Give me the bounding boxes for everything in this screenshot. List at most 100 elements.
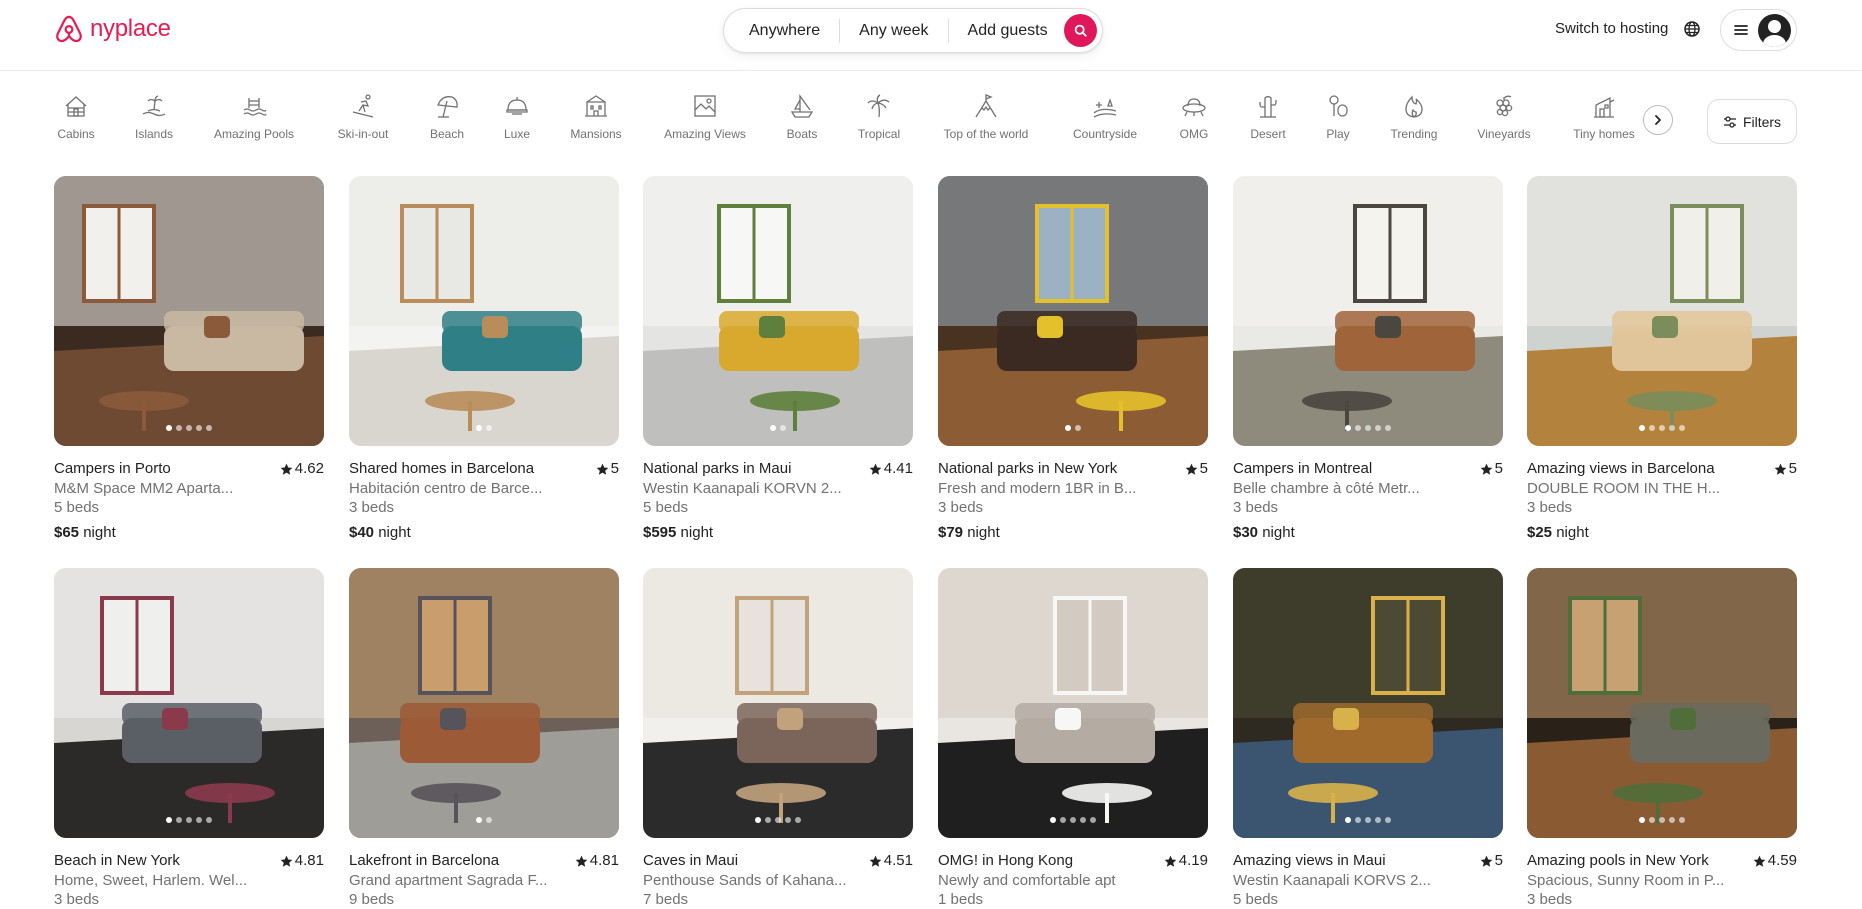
listing-photo[interactable] — [643, 176, 913, 446]
listing-photo[interactable] — [1527, 176, 1797, 446]
filters-button[interactable]: Filters — [1707, 99, 1797, 144]
search-when[interactable]: Any week — [840, 18, 949, 43]
category-amazing-pools[interactable]: Amazing Pools — [194, 92, 314, 141]
carousel-dot[interactable] — [785, 817, 791, 823]
listing-card[interactable]: OMG! in Hong Kong 4.19 Newly and comfortab… — [938, 568, 1208, 909]
carousel-dot[interactable] — [176, 817, 182, 823]
carousel-dot[interactable] — [1080, 817, 1086, 823]
listing-photo[interactable] — [938, 176, 1208, 446]
carousel-dot[interactable] — [166, 425, 172, 431]
globe-icon[interactable] — [1683, 20, 1701, 38]
views-icon — [694, 95, 716, 117]
listing-card[interactable]: Amazing pools in New York 4.59 Spacious, S… — [1527, 568, 1797, 909]
carousel-dot[interactable] — [780, 425, 786, 431]
carousel-dot[interactable] — [1070, 817, 1076, 823]
listing-photo[interactable] — [938, 568, 1208, 838]
carousel-dot[interactable] — [1679, 425, 1685, 431]
carousel-dot[interactable] — [186, 817, 192, 823]
carousel-dot[interactable] — [1385, 425, 1391, 431]
carousel-dot[interactable] — [1375, 425, 1381, 431]
carousel-dot[interactable] — [476, 425, 482, 431]
listing-card[interactable]: Campers in Porto 4.62 M&M Space MM2 Aparta… — [54, 176, 324, 542]
carousel-dot[interactable] — [476, 817, 482, 823]
carousel-dot[interactable] — [755, 817, 761, 823]
carousel-dot[interactable] — [1345, 425, 1351, 431]
brand-logo[interactable]: nyplace — [54, 13, 171, 45]
listing-card[interactable]: Caves in Maui 4.51 Penthouse Sands of Kaha… — [643, 568, 913, 909]
listing-card[interactable]: Campers in Montreal 5 Belle chambre à côté… — [1233, 176, 1503, 542]
switch-to-hosting-link[interactable]: Switch to hosting — [1555, 20, 1668, 37]
carousel-dot[interactable] — [1659, 425, 1665, 431]
listing-photo[interactable] — [349, 568, 619, 838]
carousel-dots — [938, 425, 1208, 431]
carousel-dot[interactable] — [176, 425, 182, 431]
carousel-dot[interactable] — [1075, 425, 1081, 431]
carousel-dot[interactable] — [206, 817, 212, 823]
carousel-dot[interactable] — [186, 425, 192, 431]
listing-beds: 5 beds — [643, 499, 689, 516]
search-where[interactable]: Anywhere — [730, 18, 841, 43]
carousel-dot[interactable] — [1060, 817, 1066, 823]
carousel-dot[interactable] — [1669, 817, 1675, 823]
carousel-dot[interactable] — [1375, 817, 1381, 823]
listing-photo[interactable] — [1233, 568, 1503, 838]
carousel-dot[interactable] — [1649, 425, 1655, 431]
search-bar[interactable]: Anywhere Any week Add guests — [723, 8, 1103, 53]
listing-price-unit: night — [83, 524, 116, 541]
carousel-dot[interactable] — [1345, 817, 1351, 823]
carousel-dot[interactable] — [206, 425, 212, 431]
listing-card[interactable]: Amazing views in Maui 5 Westin Kaanapali K… — [1233, 568, 1503, 909]
carousel-dot[interactable] — [1649, 817, 1655, 823]
listing-photo[interactable] — [54, 176, 324, 446]
carousel-dot[interactable] — [795, 817, 801, 823]
listing-photo[interactable] — [1233, 176, 1503, 446]
category-next-button[interactable] — [1643, 105, 1673, 135]
carousel-dot[interactable] — [775, 817, 781, 823]
carousel-dot[interactable] — [196, 817, 202, 823]
search-who[interactable]: Add guests — [949, 19, 1062, 43]
carousel-dot[interactable] — [1639, 425, 1645, 431]
listing-beds: 9 beds — [349, 891, 395, 908]
carousel-dot[interactable] — [1065, 425, 1071, 431]
listing-card[interactable]: Lakefront in Barcelona 4.81 Grand apartmen… — [349, 568, 619, 909]
carousel-dot[interactable] — [486, 817, 492, 823]
listing-photo[interactable] — [1527, 568, 1797, 838]
listing-title: National parks in Maui — [643, 460, 792, 477]
category-label: Countryside — [1072, 127, 1138, 141]
user-menu-button[interactable] — [1720, 9, 1797, 51]
listing-photo[interactable] — [643, 568, 913, 838]
listing-card[interactable]: National parks in New York 5 Fresh and mod… — [938, 176, 1208, 542]
carousel-dot[interactable] — [196, 425, 202, 431]
listing-rating: 5 — [1480, 459, 1503, 479]
avatar — [1758, 13, 1791, 47]
carousel-dot[interactable] — [1050, 817, 1056, 823]
carousel-dot[interactable] — [1639, 817, 1645, 823]
carousel-dot[interactable] — [765, 817, 771, 823]
carousel-dot[interactable] — [1365, 425, 1371, 431]
carousel-dot[interactable] — [770, 425, 776, 431]
carousel-dot[interactable] — [1365, 817, 1371, 823]
carousel-dot[interactable] — [1355, 817, 1361, 823]
carousel-dot[interactable] — [1659, 817, 1665, 823]
carousel-dot[interactable] — [1385, 817, 1391, 823]
listing-rating-value: 4.41 — [883, 460, 913, 477]
carousel-dot[interactable] — [1679, 817, 1685, 823]
category-mansions[interactable]: Mansions — [536, 92, 656, 141]
listing-subtitle: Fresh and modern 1BR in B... — [938, 480, 1137, 497]
star-icon — [869, 855, 882, 867]
carousel-dot[interactable] — [1355, 425, 1361, 431]
listing-photo[interactable] — [349, 176, 619, 446]
search-button[interactable] — [1063, 14, 1097, 47]
listing-card[interactable]: Amazing views in Barcelona 5 DOUBLE ROOM I… — [1527, 176, 1797, 542]
carousel-dots — [938, 817, 1208, 823]
category-top-of-the-world[interactable]: Top of the world — [926, 92, 1046, 141]
carousel-dot[interactable] — [486, 425, 492, 431]
carousel-dot[interactable] — [1090, 817, 1096, 823]
category-tropical[interactable]: Tropical — [819, 92, 939, 141]
carousel-dot[interactable] — [1669, 425, 1675, 431]
listing-photo[interactable] — [54, 568, 324, 838]
carousel-dot[interactable] — [166, 817, 172, 823]
listing-card[interactable]: Shared homes in Barcelona 5 Habitación cen… — [349, 176, 619, 542]
listing-card[interactable]: Beach in New York 4.81 Home, Sweet, Harlem… — [54, 568, 324, 909]
listing-card[interactable]: National parks in Maui 4.41 Westin Kaanapa… — [643, 176, 913, 542]
